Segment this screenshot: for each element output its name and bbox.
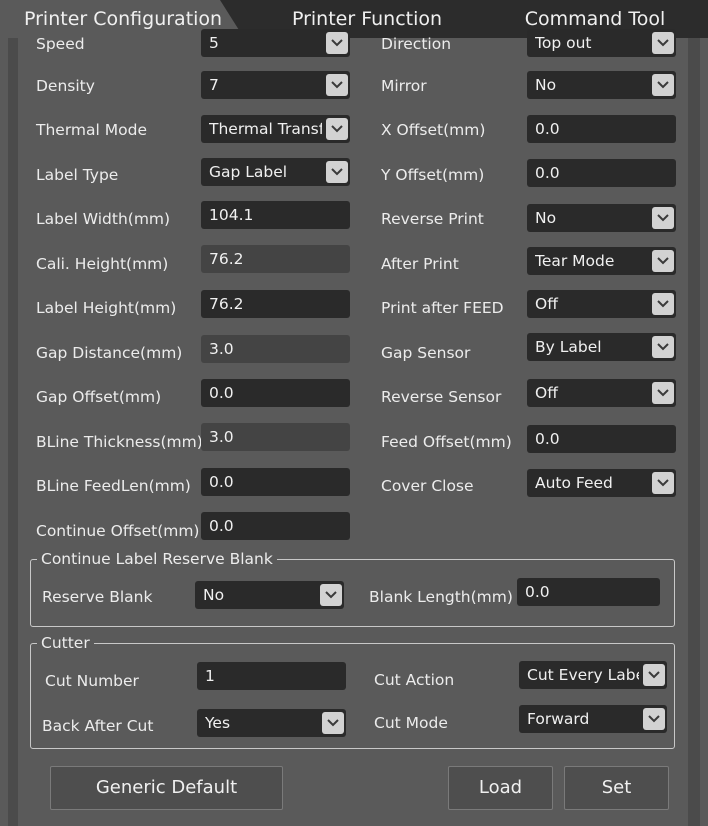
reserve-blank-label: Reserve Blank (42, 588, 153, 606)
speed-label: Speed (36, 35, 85, 53)
chevron-down-icon[interactable] (326, 118, 348, 140)
y-offset-input[interactable]: 0.0 (527, 159, 676, 187)
feed-offset-input[interactable]: 0.0 (527, 425, 676, 453)
cut-action-label: Cut Action (374, 671, 455, 689)
chevron-down-icon[interactable] (652, 32, 674, 54)
thermal-mode-select[interactable]: Thermal Transfer (201, 115, 350, 143)
print-after-feed-select[interactable]: Off (527, 290, 676, 318)
print-after-feed-label: Print after FEED (381, 299, 504, 317)
density-label: Density (36, 77, 95, 95)
bline-thickness-field: 3.0 (201, 423, 350, 451)
reserve-blank-select[interactable]: No (195, 581, 344, 609)
cut-number-input[interactable]: 1 (197, 662, 346, 690)
gap-offset-label: Gap Offset(mm) (36, 388, 162, 406)
label-height-label: Label Height(mm) (36, 299, 177, 317)
x-offset-input[interactable]: 0.0 (527, 115, 676, 143)
cut-mode-label: Cut Mode (374, 714, 448, 732)
chevron-down-icon[interactable] (322, 712, 344, 734)
label-height-input[interactable]: 76.2 (201, 290, 350, 318)
cut-action-select[interactable]: Cut Every Label (519, 661, 667, 689)
blank-length-label: Blank Length(mm) (369, 588, 513, 606)
chevron-down-icon[interactable] (652, 74, 674, 96)
label-type-label: Label Type (36, 166, 119, 184)
label-width-label: Label Width(mm) (36, 210, 171, 228)
bline-thickness-label: BLine Thickness(mm) (36, 433, 203, 451)
chevron-down-icon[interactable] (320, 584, 342, 606)
back-after-cut-label: Back After Cut (42, 717, 154, 735)
continue-offset-input[interactable]: 0.0 (201, 512, 350, 540)
thermal-mode-label: Thermal Mode (36, 121, 147, 139)
cut-mode-select[interactable]: Forward (519, 705, 667, 733)
after-print-label: After Print (381, 255, 459, 273)
reverse-print-label: Reverse Print (381, 210, 484, 228)
reverse-sensor-select[interactable]: Off (527, 379, 676, 407)
cut-number-label: Cut Number (45, 672, 139, 690)
chevron-down-icon[interactable] (326, 74, 348, 96)
chevron-down-icon[interactable] (652, 336, 674, 358)
cover-close-select[interactable]: Auto Feed (527, 469, 676, 497)
feed-offset-label: Feed Offset(mm) (381, 433, 512, 451)
cutter-group-title: Cutter (41, 634, 90, 652)
after-print-select[interactable]: Tear Mode (527, 247, 676, 275)
blank-length-input[interactable]: 0.0 (517, 578, 660, 606)
panel-left-border (8, 38, 18, 826)
chevron-down-icon[interactable] (326, 161, 348, 183)
density-select[interactable]: 7 (201, 71, 350, 99)
cali-height-label: Cali. Height(mm) (36, 255, 169, 273)
chevron-down-icon[interactable] (643, 664, 665, 686)
y-offset-label: Y Offset(mm) (381, 166, 485, 184)
cover-close-label: Cover Close (381, 477, 474, 495)
chevron-down-icon[interactable] (652, 382, 674, 404)
direction-select[interactable]: Top out (527, 29, 676, 57)
gap-sensor-label: Gap Sensor (381, 344, 471, 362)
load-button[interactable]: Load (448, 766, 553, 810)
label-type-select[interactable]: Gap Label (201, 158, 350, 186)
direction-label: Direction (381, 35, 452, 53)
gap-offset-input[interactable]: 0.0 (201, 379, 350, 407)
set-button[interactable]: Set (564, 766, 669, 810)
chevron-down-icon[interactable] (326, 32, 348, 54)
gap-distance-label: Gap Distance(mm) (36, 344, 183, 362)
chevron-down-icon[interactable] (652, 250, 674, 272)
chevron-down-icon[interactable] (652, 472, 674, 494)
mirror-select[interactable]: No (527, 71, 676, 99)
chevron-down-icon[interactable] (643, 708, 665, 730)
panel-right-border (688, 38, 700, 826)
reverse-print-select[interactable]: No (527, 204, 676, 232)
chevron-down-icon[interactable] (652, 207, 674, 229)
gap-distance-field: 3.0 (201, 335, 350, 363)
x-offset-label: X Offset(mm) (381, 121, 486, 139)
cali-height-field: 76.2 (201, 245, 350, 273)
bline-feedlen-label: BLine FeedLen(mm) (36, 477, 191, 495)
reverse-sensor-label: Reverse Sensor (381, 388, 502, 406)
back-after-cut-select[interactable]: Yes (197, 709, 346, 737)
generic-default-button[interactable]: Generic Default (50, 766, 283, 810)
gap-sensor-select[interactable]: By Label (527, 333, 676, 361)
speed-select[interactable]: 5 (201, 29, 350, 57)
continue-offset-label: Continue Offset(mm) (36, 522, 200, 540)
label-width-input[interactable]: 104.1 (201, 201, 350, 229)
bline-feedlen-input[interactable]: 0.0 (201, 468, 350, 496)
mirror-label: Mirror (381, 77, 427, 95)
reserve-blank-group-title: Continue Label Reserve Blank (41, 550, 273, 568)
chevron-down-icon[interactable] (652, 293, 674, 315)
